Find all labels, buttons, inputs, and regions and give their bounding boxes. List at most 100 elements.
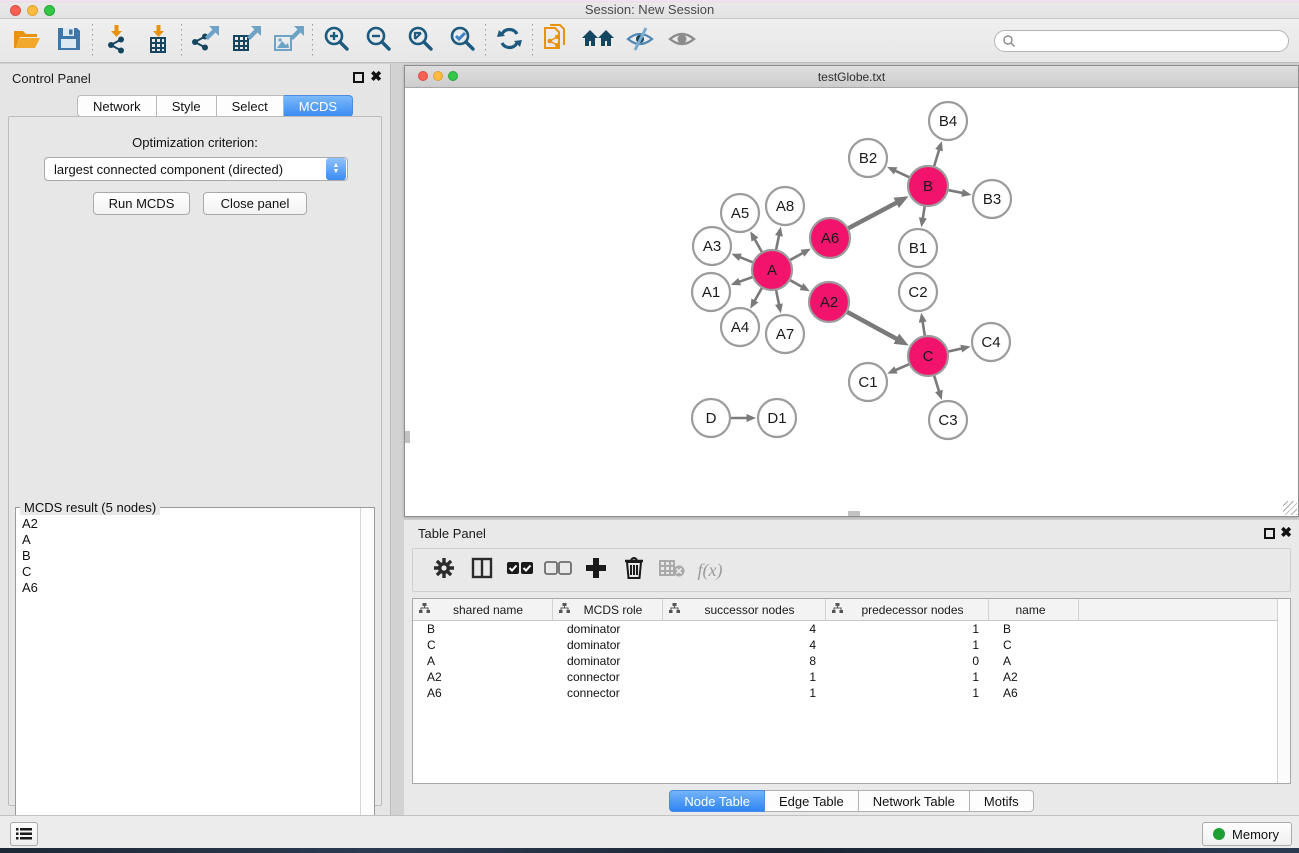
node-C3[interactable]: C3 xyxy=(929,401,967,439)
table-cell[interactable]: A2 xyxy=(989,669,1079,685)
edge-A2-C[interactable] xyxy=(845,311,898,340)
table-cell[interactable]: C xyxy=(989,637,1079,653)
node-A3[interactable]: A3 xyxy=(693,227,731,265)
table-row[interactable]: A6connector11A6 xyxy=(413,685,1290,701)
column-header-successor-nodes[interactable]: successor nodes xyxy=(663,599,826,620)
fx-button[interactable]: f(x) xyxy=(691,552,729,588)
tab-style[interactable]: Style xyxy=(157,95,217,117)
edge-A6-B[interactable] xyxy=(846,202,898,230)
node-B3[interactable]: B3 xyxy=(973,180,1011,218)
select-all-checked-button[interactable] xyxy=(501,552,539,588)
network-window-titlebar[interactable]: testGlobe.txt xyxy=(405,66,1298,88)
refresh-button[interactable] xyxy=(488,22,530,60)
table-cell[interactable]: 4 xyxy=(663,621,826,637)
mcds-result-list[interactable]: A2ABCA6 xyxy=(18,516,358,842)
export-image-button[interactable] xyxy=(268,22,310,60)
column-header-MCDS-role[interactable]: MCDS role xyxy=(553,599,663,620)
node-A4[interactable]: A4 xyxy=(721,308,759,346)
network-vscroll-thumb[interactable] xyxy=(405,431,410,443)
table-row[interactable]: A2connector11A2 xyxy=(413,669,1290,685)
table-cell[interactable]: connector xyxy=(553,685,663,701)
tab-motifs[interactable]: Motifs xyxy=(970,790,1034,812)
houses-button[interactable] xyxy=(577,22,619,60)
search-input[interactable] xyxy=(994,30,1289,52)
node-A1[interactable]: A1 xyxy=(692,273,730,311)
column-header-shared-name[interactable]: shared name xyxy=(413,599,553,620)
table-cell[interactable]: 1 xyxy=(826,669,989,685)
node-B2[interactable]: B2 xyxy=(849,139,887,177)
table-row[interactable]: Bdominator41B xyxy=(413,621,1290,637)
tab-select[interactable]: Select xyxy=(217,95,284,117)
new-network-from-selection-button[interactable] xyxy=(535,22,577,60)
node-A8[interactable]: A8 xyxy=(766,187,804,225)
table-cell[interactable]: 1 xyxy=(826,637,989,653)
open-folder-button[interactable] xyxy=(6,22,48,60)
node-D[interactable]: D xyxy=(692,399,730,437)
close-panel-button[interactable]: Close panel xyxy=(203,192,307,215)
node-A7[interactable]: A7 xyxy=(766,315,804,353)
mcds-result-item[interactable]: C xyxy=(18,564,358,580)
tab-node-table[interactable]: Node Table xyxy=(669,790,765,812)
zoom-selected-button[interactable] xyxy=(441,22,483,60)
table-cell[interactable]: A6 xyxy=(989,685,1079,701)
node-A5[interactable]: A5 xyxy=(721,194,759,232)
run-mcds-button[interactable]: Run MCDS xyxy=(93,192,190,215)
delete-table-button[interactable] xyxy=(653,552,691,588)
table-cell[interactable]: B xyxy=(413,621,553,637)
table-cell[interactable]: 8 xyxy=(663,653,826,669)
table-cell[interactable]: 0 xyxy=(826,653,989,669)
node-A6[interactable]: A6 xyxy=(810,218,850,258)
hide-eye-slash-button[interactable] xyxy=(619,22,661,60)
table-cell[interactable]: 1 xyxy=(663,685,826,701)
table-cell[interactable]: C xyxy=(413,637,553,653)
tab-mcds[interactable]: MCDS xyxy=(284,95,353,117)
tab-edge-table[interactable]: Edge Table xyxy=(765,790,859,812)
memory-button[interactable]: Memory xyxy=(1202,822,1292,846)
table-cell[interactable]: A6 xyxy=(413,685,553,701)
table-cell[interactable]: dominator xyxy=(553,621,663,637)
table-cell[interactable]: dominator xyxy=(553,653,663,669)
table-row[interactable]: Cdominator41C xyxy=(413,637,1290,653)
select-none-button[interactable] xyxy=(539,552,577,588)
result-scrollbar[interactable] xyxy=(360,508,374,844)
table-close-icon[interactable]: ✖ xyxy=(1280,525,1292,539)
show-eye-button[interactable] xyxy=(661,22,703,60)
zoom-out-button[interactable] xyxy=(357,22,399,60)
node-B4[interactable]: B4 xyxy=(929,102,967,140)
table-cell[interactable]: A2 xyxy=(413,669,553,685)
tab-network-table[interactable]: Network Table xyxy=(859,790,970,812)
mcds-result-item[interactable]: A xyxy=(18,532,358,548)
trash-button[interactable] xyxy=(615,552,653,588)
columns-button[interactable] xyxy=(463,552,501,588)
node-A[interactable]: A xyxy=(752,250,792,290)
add-button[interactable] xyxy=(577,552,615,588)
mcds-result-item[interactable]: B xyxy=(18,548,358,564)
import-table-button[interactable] xyxy=(137,22,179,60)
task-history-button[interactable] xyxy=(10,822,38,846)
export-network-button[interactable] xyxy=(184,22,226,60)
mcds-result-item[interactable]: A6 xyxy=(18,580,358,596)
network-hscroll-thumb[interactable] xyxy=(848,511,860,516)
save-button[interactable] xyxy=(48,22,90,60)
node-C[interactable]: C xyxy=(908,336,948,376)
column-header-name[interactable]: name xyxy=(989,599,1079,620)
table-float-icon[interactable] xyxy=(1264,528,1275,539)
node-D1[interactable]: D1 xyxy=(758,399,796,437)
node-C2[interactable]: C2 xyxy=(899,273,937,311)
node-C4[interactable]: C4 xyxy=(972,323,1010,361)
table-cell[interactable]: B xyxy=(989,621,1079,637)
node-A2[interactable]: A2 xyxy=(809,282,849,322)
zoom-in-button[interactable] xyxy=(315,22,357,60)
tab-network[interactable]: Network xyxy=(77,95,157,117)
window-resize-grip[interactable] xyxy=(1283,501,1297,515)
table-cell[interactable]: 1 xyxy=(826,621,989,637)
zoom-fit-button[interactable] xyxy=(399,22,441,60)
table-cell[interactable]: 4 xyxy=(663,637,826,653)
node-B1[interactable]: B1 xyxy=(899,229,937,267)
network-canvas[interactable]: A5 A8 A3 A6 A A1 A2 A4 A7 B2 B4 B B3 B1 … xyxy=(406,89,1298,516)
mcds-result-item[interactable]: A2 xyxy=(18,516,358,532)
column-header-predecessor-nodes[interactable]: predecessor nodes xyxy=(826,599,989,620)
node-B[interactable]: B xyxy=(908,166,948,206)
edge-B-B4[interactable] xyxy=(933,148,939,169)
close-panel-icon[interactable]: ✖ xyxy=(370,69,382,83)
